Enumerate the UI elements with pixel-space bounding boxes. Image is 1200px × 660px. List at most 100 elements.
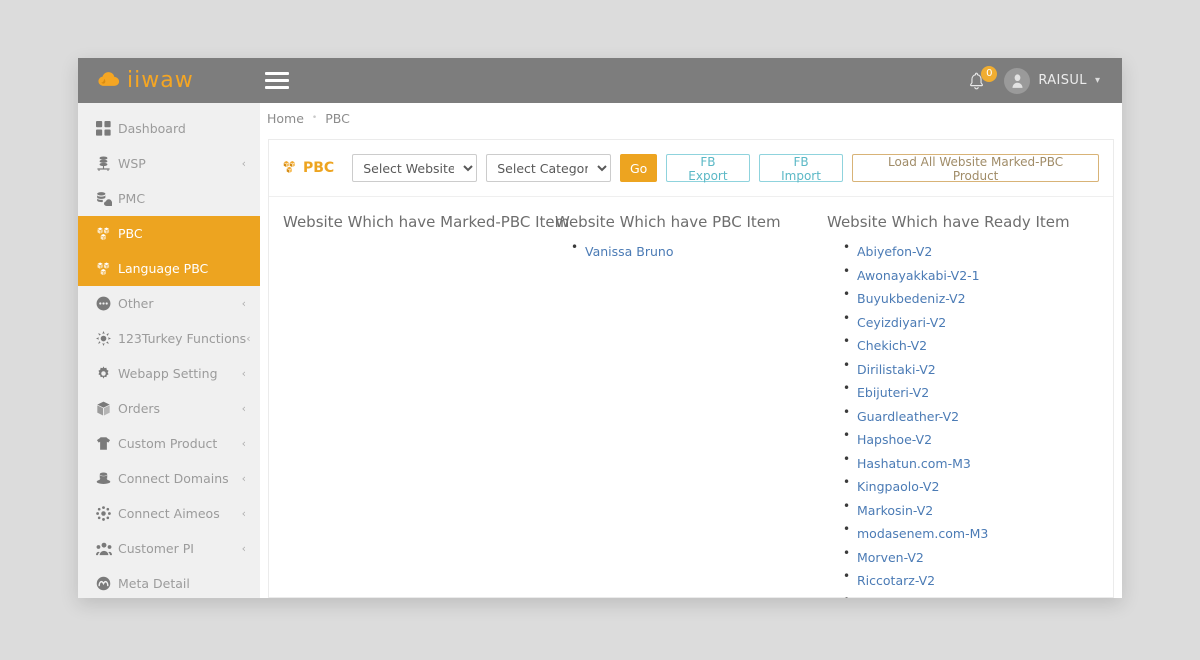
sidebar-item-webapp-setting[interactable]: Webapp Setting‹	[78, 356, 260, 391]
cubes-icon	[282, 160, 297, 177]
website-column: Website Which have Marked-PBC Item	[283, 213, 555, 598]
breadcrumb-home[interactable]: Home	[267, 111, 304, 126]
pbc-panel: PBC Select Website Select Category Go FB…	[268, 139, 1114, 598]
website-link[interactable]: Vanissa Bruno	[585, 244, 674, 259]
chevron-left-icon: ‹	[242, 542, 246, 555]
sidebar-item-other[interactable]: Other‹	[78, 286, 260, 321]
sidebar-item-wsp[interactable]: WSP‹	[78, 146, 260, 181]
website-link[interactable]: Guardleather-V2	[857, 409, 959, 424]
sidebar-nav: DashboardWSP‹PMCPBCLanguage PBCOther‹123…	[78, 103, 260, 598]
list-item: Tesetturisland-V2	[857, 594, 1099, 598]
list-item: Ebijuteri-V2	[857, 382, 1099, 401]
sidebar-item-connect-aimeos[interactable]: Connect Aimeos‹	[78, 496, 260, 531]
app-body: DashboardWSP‹PMCPBCLanguage PBCOther‹123…	[78, 103, 1122, 598]
website-link[interactable]: Buyukbedeniz-V2	[857, 291, 966, 306]
cubes-icon	[96, 262, 118, 276]
website-link[interactable]: Ceyizdiyari-V2	[857, 315, 946, 330]
website-column: Website Which have PBC Item Vanissa Bruno	[555, 213, 827, 598]
sidebar-item-orders[interactable]: Orders‹	[78, 391, 260, 426]
notifications-button[interactable]: 0	[968, 69, 990, 93]
sidebar-item-language-pbc[interactable]: Language PBC	[78, 251, 260, 286]
select-category[interactable]: Select Category	[486, 154, 611, 182]
chevron-left-icon: ‹	[242, 507, 246, 520]
chevron-left-icon: ‹	[242, 157, 246, 170]
hat-icon	[96, 471, 118, 486]
fb-export-button[interactable]: FB Export	[666, 154, 750, 182]
pbc-toolbar: PBC Select Website Select Category Go FB…	[269, 140, 1113, 197]
sidebar-item-label: Connect Aimeos	[118, 506, 242, 521]
database-cloud-icon	[96, 191, 118, 206]
list-item: Guardleather-V2	[857, 406, 1099, 425]
brand-name: iiwaw	[127, 68, 194, 93]
breadcrumb-current: PBC	[325, 111, 350, 126]
column-title: Website Which have Marked-PBC Item	[283, 213, 555, 231]
ellipsis-icon	[96, 296, 118, 311]
chevron-left-icon: ‹	[242, 367, 246, 380]
website-link[interactable]: Hashatun.com-M3	[857, 456, 971, 471]
sidebar-item-label: Webapp Setting	[118, 366, 242, 381]
column-title: Website Which have PBC Item	[555, 213, 827, 231]
cubes-icon	[96, 227, 118, 241]
sidebar-item-label: Connect Domains	[118, 471, 242, 486]
sidebar-item-pmc[interactable]: PMC	[78, 181, 260, 216]
breadcrumb-separator-icon: •	[312, 113, 317, 123]
website-link[interactable]: Markosin-V2	[857, 503, 933, 518]
sidebar-item-pbc[interactable]: PBC	[78, 216, 260, 251]
panel-title: PBC	[282, 160, 334, 177]
list-item: Kingpaolo-V2	[857, 476, 1099, 495]
sidebar-item-label: PBC	[118, 226, 246, 241]
panel-title-text: PBC	[303, 160, 334, 176]
brand-logo[interactable]: iiwaw	[78, 68, 260, 93]
sidebar-item-label: Language PBC	[118, 261, 246, 276]
header-actions: 0 RAISUL ▾	[968, 68, 1122, 94]
fb-import-button[interactable]: FB Import	[759, 154, 843, 182]
grid-icon	[96, 121, 118, 136]
list-item: Hapshoe-V2	[857, 429, 1099, 448]
chevron-down-icon: ▾	[1095, 75, 1100, 86]
website-link[interactable]: Hapshoe-V2	[857, 432, 932, 447]
sidebar-item-label: Orders	[118, 401, 242, 416]
top-header-bar: iiwaw 0	[78, 58, 1122, 103]
sidebar-item-label: Other	[118, 296, 242, 311]
pbc-columns: Website Which have Marked-PBC ItemWebsit…	[269, 197, 1113, 598]
hamburger-icon[interactable]	[260, 66, 294, 96]
list-item: Markosin-V2	[857, 500, 1099, 519]
sidebar-item-custom-product[interactable]: Custom Product‹	[78, 426, 260, 461]
list-item: Dirilistaki-V2	[857, 359, 1099, 378]
tshirt-icon	[96, 436, 118, 451]
cloud-icon	[98, 71, 120, 91]
load-all-marked-pbc-button[interactable]: Load All Website Marked-PBC Product	[852, 154, 1099, 182]
sidebar-item-meta-detail[interactable]: Meta Detail	[78, 566, 260, 598]
website-link[interactable]: Abiyefon-V2	[857, 244, 932, 259]
server-icon	[96, 156, 118, 171]
chevron-left-icon: ‹	[242, 472, 246, 485]
go-button[interactable]: Go	[620, 154, 657, 182]
user-menu[interactable]: RAISUL ▾	[1004, 68, 1100, 94]
sidebar-item-123turkey-functions[interactable]: 123Turkey Functions‹	[78, 321, 260, 356]
sidebar-item-label: PMC	[118, 191, 246, 206]
website-link[interactable]: Ebijuteri-V2	[857, 385, 929, 400]
list-item: Buyukbedeniz-V2	[857, 288, 1099, 307]
list-item: Chekich-V2	[857, 335, 1099, 354]
list-item: Morven-V2	[857, 547, 1099, 566]
website-list: Abiyefon-V2 Awonayakkabi-V2-1 Buyukbedeniz…	[827, 241, 1099, 598]
select-website[interactable]: Select Website	[352, 154, 477, 182]
sidebar-item-customer-pi[interactable]: Customer PI‹	[78, 531, 260, 566]
app-window: iiwaw 0	[78, 58, 1122, 598]
website-link[interactable]: Chekich-V2	[857, 338, 927, 353]
website-link[interactable]: Morven-V2	[857, 550, 924, 565]
meta-icon	[96, 576, 118, 591]
website-link[interactable]: Tesetturisland-V2	[857, 597, 965, 598]
list-item: modasenem.com-M3	[857, 523, 1099, 542]
website-list: Vanissa Bruno	[555, 241, 827, 260]
notification-count-badge: 0	[981, 66, 997, 82]
website-link[interactable]: modasenem.com-M3	[857, 526, 988, 541]
website-link[interactable]: Riccotarz-V2	[857, 573, 935, 588]
website-link[interactable]: Dirilistaki-V2	[857, 362, 936, 377]
website-link[interactable]: Awonayakkabi-V2-1	[857, 268, 980, 283]
sidebar-item-connect-domains[interactable]: Connect Domains‹	[78, 461, 260, 496]
list-item: Hashatun.com-M3	[857, 453, 1099, 472]
website-link[interactable]: Kingpaolo-V2	[857, 479, 939, 494]
star-icon	[96, 331, 118, 346]
sidebar-item-dashboard[interactable]: Dashboard	[78, 111, 260, 146]
